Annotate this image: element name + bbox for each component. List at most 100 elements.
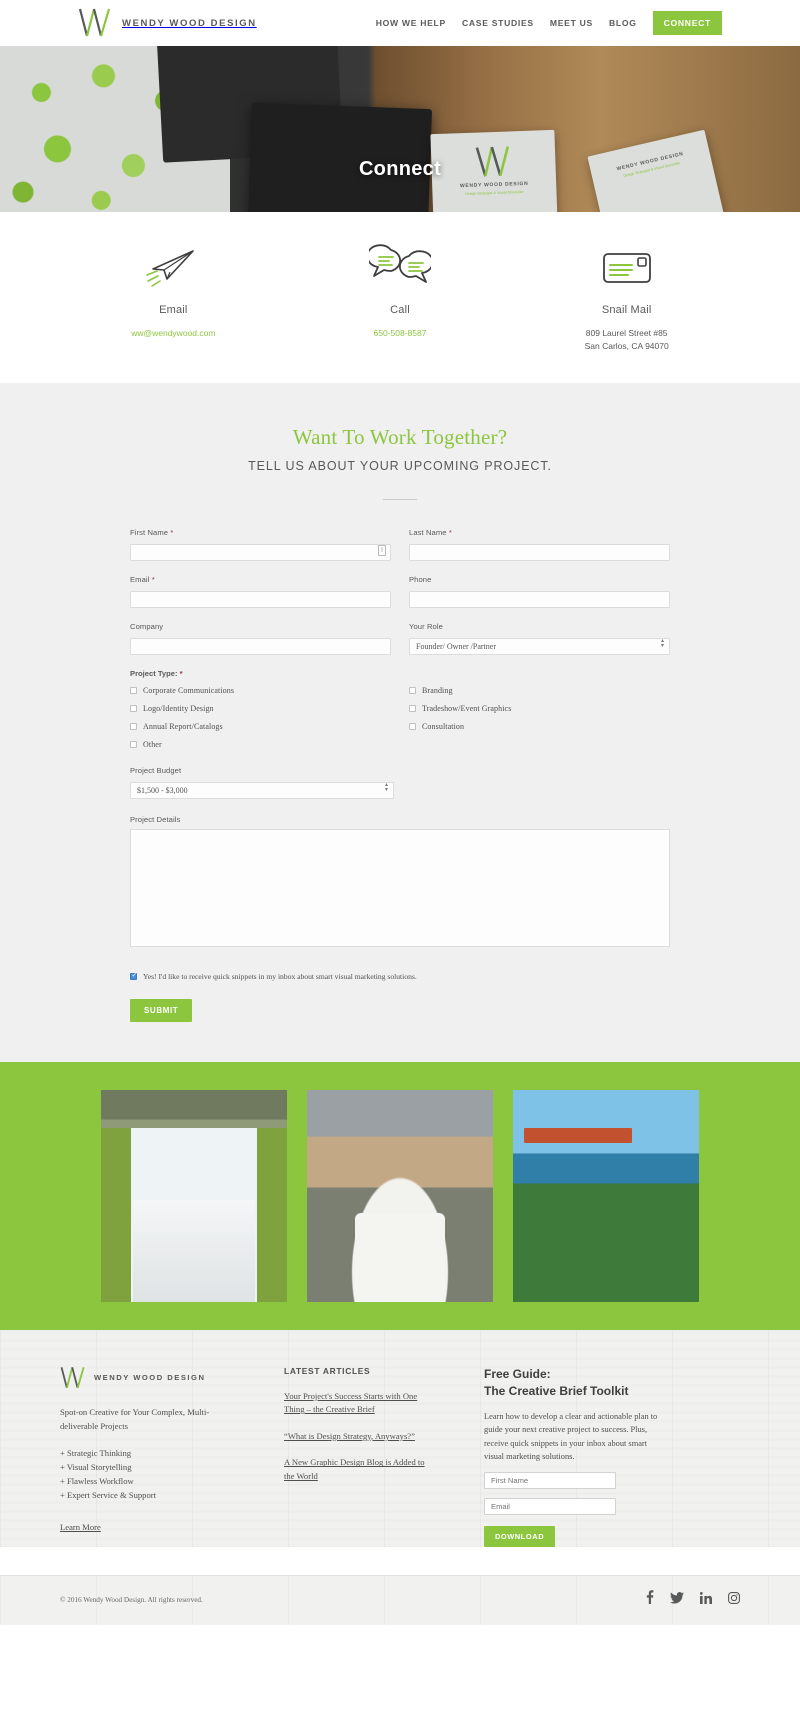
field-project-budget: Project Budget $1,500 - $3,000 ▴ ▾ (130, 766, 394, 799)
contact-label-email: Email (159, 304, 188, 316)
facebook-icon[interactable] (645, 1590, 654, 1609)
consent-checkbox-box[interactable] (130, 971, 137, 980)
field-project-details: Project Details (130, 815, 670, 952)
form-subtitle: TELL US ABOUT YOUR UPCOMING PROJECT. (248, 458, 552, 473)
project-details-textarea[interactable] (130, 828, 670, 947)
checkbox-box[interactable] (409, 722, 416, 730)
required-marker: * (151, 574, 155, 584)
checkbox-annual-report-catalogs[interactable]: Annual Report/Catalogs (130, 722, 391, 731)
form-row-company-role: Company Your Role Founder/ Owner /Partne… (130, 622, 670, 655)
contact-methods-strip: Email ww@wendywood.com Call 650-508-8587 (0, 212, 800, 383)
site-logo-link[interactable]: WENDY WOOD DESIGN (78, 8, 257, 38)
learn-more-link[interactable]: Learn More (60, 1522, 101, 1532)
project-type-checkbox-grid: Corporate Communications Logo/Identity D… (130, 686, 670, 758)
copyright-text: © 2016 Wendy Wood Design. All rights res… (60, 1595, 203, 1604)
field-last-name: Last Name * (409, 528, 670, 561)
checkbox-label: Consultation (422, 721, 465, 731)
last-name-input[interactable] (409, 543, 670, 561)
role-select-holder: Founder/ Owner /Partner ▴ ▾ (409, 636, 670, 655)
linkedin-icon[interactable] (699, 1591, 712, 1609)
list-item: + Expert Service & Support (60, 1490, 157, 1501)
field-email: Email * (130, 575, 391, 608)
autofill-icon[interactable]: ▯ (378, 544, 386, 556)
checkbox-label: Branding (422, 685, 453, 695)
contact-method-email: Email ww@wendywood.com (60, 240, 287, 339)
twitter-icon[interactable] (670, 1591, 684, 1609)
field-company: Company (130, 622, 391, 655)
article-link[interactable]: A New Graphic Design Blog is Added to th… (284, 1456, 436, 1483)
article-link[interactable]: Your Project's Success Starts with One T… (284, 1390, 436, 1417)
footer-tagline: Spot-on Creative for Your Complex, Multi… (60, 1406, 210, 1431)
contact-label-call: Call (390, 304, 410, 316)
guide-title-line2: The Creative Brief Toolkit (484, 1383, 629, 1398)
company-input[interactable] (130, 637, 391, 655)
checkbox-box[interactable] (130, 686, 137, 694)
phone-input[interactable] (409, 590, 670, 608)
footer-articles-heading: LATEST ARTICLES (284, 1365, 371, 1376)
checkbox-box[interactable] (130, 722, 137, 730)
contact-value-email[interactable]: ww@wendywood.com (60, 327, 287, 339)
field-role: Your Role Founder/ Owner /Partner ▴ ▾ (409, 622, 670, 655)
site-brand-name: WENDY WOOD DESIGN (122, 17, 257, 29)
guide-email-input[interactable] (484, 1498, 616, 1516)
contact-value-address-line1: 809 Laurel Street #85 (585, 328, 668, 338)
submit-button[interactable]: SUBMIT (130, 998, 193, 1022)
label-email: Email * (130, 575, 391, 584)
footer-logo[interactable]: WENDY WOOD DESIGN (60, 1366, 236, 1390)
gallery-photo-golden-gate[interactable] (513, 1089, 699, 1302)
footer-value-list: + Strategic Thinking + Visual Storytelli… (60, 1447, 236, 1503)
checkbox-label: Annual Report/Catalogs (143, 721, 223, 731)
photo-gallery-band (0, 1061, 800, 1330)
checkbox-other[interactable]: Other (130, 740, 391, 749)
checkbox-box[interactable] (409, 704, 416, 712)
guide-description: Learn how to develop a clear and actiona… (484, 1411, 658, 1461)
instagram-icon[interactable] (728, 1591, 740, 1609)
first-name-input[interactable] (130, 543, 391, 561)
nav-item-case-studies[interactable]: CASE STUDIES (462, 18, 534, 28)
article-link[interactable]: “What is Design Strategy, Anyways?” (284, 1430, 436, 1444)
contact-value-phone[interactable]: 650-508-8587 (287, 327, 514, 339)
label-your-role: Your Role (409, 621, 443, 631)
nav-item-blog[interactable]: BLOG (609, 18, 637, 28)
project-type-column-right: Branding Tradeshow/Event Graphics Consul… (409, 686, 670, 758)
nav-item-how-we-help[interactable]: HOW WE HELP (376, 18, 446, 28)
list-item: + Strategic Thinking (60, 1448, 132, 1459)
gallery-photo-studio-window[interactable] (101, 1089, 287, 1302)
nav-connect-button[interactable]: CONNECT (652, 11, 722, 35)
paper-plane-icon (60, 240, 287, 294)
checkbox-tradeshow-event-graphics[interactable]: Tradeshow/Event Graphics (409, 704, 670, 713)
social-links (645, 1590, 740, 1609)
guide-first-name-input[interactable] (484, 1472, 616, 1490)
label-last-name-text: Last Name (409, 527, 447, 537)
checkbox-box[interactable] (130, 704, 137, 712)
checkbox-box[interactable] (130, 740, 137, 748)
field-phone: Phone (409, 575, 670, 608)
contact-method-mail: Snail Mail 809 Laurel Street #85 San Car… (513, 240, 740, 353)
hero-banner: WENDY WOOD DESIGN Design Strategist & Vi… (0, 46, 800, 212)
footer-column-about: WENDY WOOD DESIGN Spot-on Creative for Y… (60, 1366, 260, 1548)
budget-select[interactable]: $1,500 - $3,000 (130, 781, 394, 799)
envelope-icon (513, 240, 740, 294)
checkbox-label: Logo/Identity Design (143, 703, 214, 713)
checkbox-corporate-communications[interactable]: Corporate Communications (130, 686, 391, 695)
checkbox-box[interactable] (409, 686, 416, 694)
contact-form-section: Want To Work Together? TELL US ABOUT YOU… (0, 382, 800, 1062)
gallery-photo-mustache-mug[interactable] (307, 1089, 493, 1302)
checkbox-branding[interactable]: Branding (409, 686, 670, 695)
download-button[interactable]: DOWNLOAD (484, 1526, 556, 1548)
speech-bubbles-icon (287, 240, 514, 294)
contact-label-snail-mail: Snail Mail (601, 304, 652, 316)
label-company: Company (130, 621, 164, 631)
form-row-names: First Name * ▯ Last Name * (130, 528, 670, 561)
consent-label: Yes! I'd like to receive quick snippets … (143, 971, 417, 981)
checkbox-logo-identity-design[interactable]: Logo/Identity Design (130, 704, 391, 713)
nav-item-meet-us[interactable]: MEET US (550, 18, 593, 28)
ww-monogram-logo-icon (60, 1366, 85, 1388)
checkbox-consultation[interactable]: Consultation (409, 722, 670, 731)
consent-checkbox-row[interactable]: Yes! I'd like to receive quick snippets … (130, 971, 670, 981)
role-select[interactable]: Founder/ Owner /Partner (409, 637, 670, 655)
label-first-name: First Name * (130, 528, 391, 537)
contact-form: First Name * ▯ Last Name * Email * Phone… (130, 528, 670, 1022)
email-input[interactable] (130, 590, 391, 608)
form-row-contact: Email * Phone (130, 575, 670, 608)
